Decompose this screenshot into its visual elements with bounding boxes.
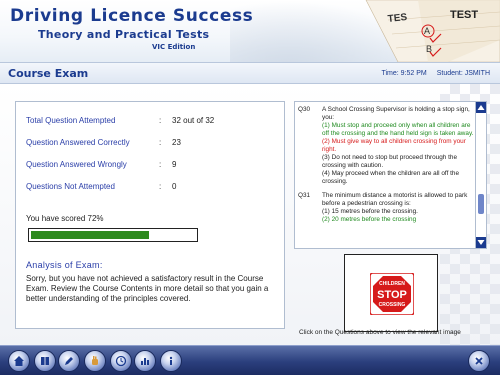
home-icon [14, 356, 24, 366]
stat-value: 9 [172, 160, 177, 169]
svg-text:STOP: STOP [377, 289, 407, 301]
test-paper-art: TES TEST A B [365, 0, 500, 62]
contents-button[interactable] [34, 350, 56, 372]
question-review-list[interactable]: Q30 A School Crossing Supervisor is holdi… [294, 101, 487, 249]
score-text: You have scored 72% [26, 214, 104, 223]
pencil-icon [65, 357, 73, 365]
status-info: Time: 9:52 PM Student: JSMITH [373, 70, 490, 77]
arrow-up-icon [477, 105, 485, 110]
app-subtitle: Theory and Practical Tests [38, 28, 210, 41]
stat-total-attempted: Total Question Attempted : 32 out of 32 [26, 110, 276, 132]
answer-option: (1) 15 metres before the crossing. [322, 208, 418, 215]
exit-button[interactable] [468, 350, 490, 372]
info-icon [169, 356, 173, 365]
student-name: Student: JSMITH [436, 70, 490, 77]
answer-option: (2) 20 metres before the crossing [322, 216, 417, 223]
answer-option: (1) Must stop and proceed only when all … [322, 122, 474, 137]
question-list-content: Q30 A School Crossing Supervisor is holdi… [298, 106, 474, 230]
bottom-toolbar [0, 345, 500, 375]
question-text: The minimum distance a motorist is allow… [322, 192, 468, 207]
scroll-thumb[interactable] [478, 194, 484, 214]
scroll-up-button[interactable] [476, 102, 486, 113]
stat-answered-wrongly: Question Answered Wrongly : 9 [26, 154, 276, 176]
app-title: Driving Licence Success [10, 6, 254, 26]
scroll-down-button[interactable] [476, 237, 486, 248]
answer-option: (4) May proceed when the children are al… [322, 170, 460, 185]
stat-colon: : [159, 182, 162, 191]
app-edition: VIC Edition [152, 43, 196, 51]
stat-value: 32 out of 32 [172, 116, 215, 125]
question-item[interactable]: Q30 A School Crossing Supervisor is holdi… [298, 106, 474, 186]
answer-option: (2) Must give way to all children crossi… [322, 138, 466, 153]
analysis-text: Sorry, but you have not achieved a satis… [26, 274, 269, 303]
stat-answered-correctly: Question Answered Correctly : 23 [26, 132, 276, 154]
home-button[interactable] [8, 350, 30, 372]
section-title: Course Exam [8, 67, 89, 80]
chart-icon [141, 358, 149, 365]
question-scrollbar[interactable] [475, 102, 486, 248]
close-icon [475, 357, 483, 365]
svg-text:TEST: TEST [450, 9, 478, 21]
answer-option: (3) Do not need to stop but proceed thro… [322, 154, 458, 169]
hand-icon [92, 356, 98, 365]
stat-value: 0 [172, 182, 177, 191]
score-progress-fill [31, 231, 150, 239]
info-button[interactable] [160, 350, 182, 372]
stat-value: 23 [172, 138, 181, 147]
stat-label: Question Answered Correctly [26, 138, 130, 147]
content-area: Total Question Attempted : 32 out of 32 … [0, 84, 500, 345]
stat-colon: : [159, 160, 162, 169]
clock-time: Time: 9:52 PM [381, 70, 427, 77]
stat-label: Total Question Attempted [26, 116, 116, 125]
clock-icon [115, 355, 127, 367]
practice-button[interactable] [58, 350, 80, 372]
arrow-down-icon [477, 240, 485, 245]
question-text: A School Crossing Supervisor is holding … [322, 106, 470, 121]
progress-button[interactable] [134, 350, 156, 372]
question-image-frame: CHILDREN STOP CROSSING [344, 254, 438, 332]
svg-text:TES: TES [387, 12, 408, 25]
timer-button[interactable] [110, 350, 132, 372]
tips-button[interactable] [84, 350, 106, 372]
analysis-heading: Analysis of Exam: [26, 260, 103, 270]
stat-not-attempted: Questions Not Attempted : 0 [26, 176, 276, 198]
app-banner: Driving Licence Success Theory and Pract… [0, 0, 500, 62]
stats-list: Total Question Attempted : 32 out of 32 … [26, 110, 276, 198]
children-crossing-stop-sign: CHILDREN STOP CROSSING [370, 273, 414, 315]
svg-text:A: A [424, 26, 430, 36]
score-progress-bar [28, 228, 198, 242]
svg-text:CROSSING: CROSSING [379, 302, 406, 308]
stat-colon: : [159, 138, 162, 147]
results-panel: Total Question Attempted : 32 out of 32 … [15, 101, 285, 329]
stat-label: Questions Not Attempted [26, 182, 115, 191]
stat-colon: : [159, 116, 162, 125]
click-hint: Click on the Questions above to view the… [299, 329, 461, 336]
question-number: Q30 [298, 106, 311, 113]
stat-label: Question Answered Wrongly [26, 160, 127, 169]
book-icon [41, 357, 49, 365]
section-bar: Course Exam Time: 9:52 PM Student: JSMIT… [0, 62, 500, 84]
question-item[interactable]: Q31 The minimum distance a motorist is al… [298, 192, 474, 224]
question-number: Q31 [298, 192, 311, 199]
svg-text:CHILDREN: CHILDREN [379, 281, 405, 287]
